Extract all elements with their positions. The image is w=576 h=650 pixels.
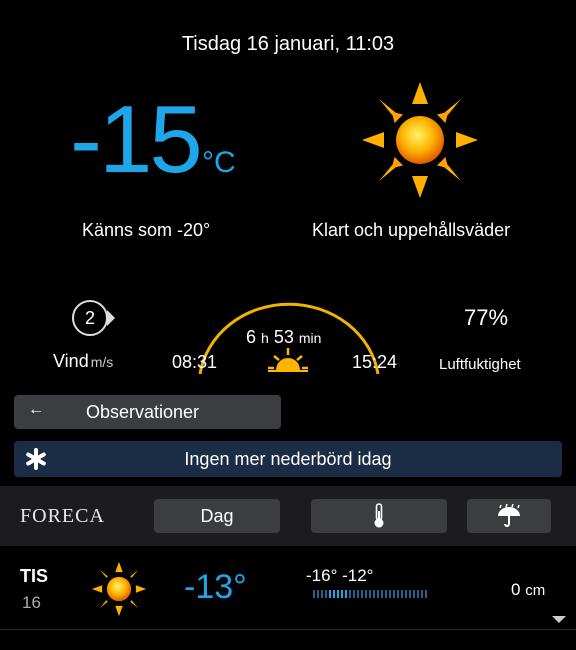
- forecast-day: TIS: [20, 566, 49, 586]
- current-temperature: -15: [70, 86, 203, 193]
- temperature-unit: °C: [202, 146, 236, 179]
- day-length: 6 h 53 min: [246, 327, 322, 347]
- feels-like: Känns som -20°: [82, 220, 211, 240]
- back-arrow-icon: ←: [28, 401, 44, 418]
- forecast-date: 16: [22, 593, 41, 612]
- thermometer-icon: [374, 503, 384, 528]
- humidity-value: 77%: [464, 305, 509, 330]
- datetime: Tisdag 16 januari, 11:03: [181, 33, 395, 55]
- wind-label: Vind m/s: [53, 351, 113, 372]
- temperature-scale-bar: [313, 590, 427, 598]
- sunrise-time: 08:31: [172, 352, 218, 372]
- sunset-time: 15:24: [352, 352, 398, 372]
- foreca-logo: FORECA: [20, 505, 105, 527]
- observations-label: Observationer: [86, 402, 200, 422]
- precipitation-bar[interactable]: Ingen mer nederbörd idag: [14, 441, 562, 477]
- observations-button[interactable]: ← Observationer: [14, 395, 281, 429]
- sun-icon: [91, 561, 147, 617]
- forecast-precipitation: 0 cm: [511, 580, 546, 599]
- forecast-row[interactable]: TIS 16 -13° -16° -12° 0 cm: [0, 546, 576, 630]
- forecast-range: -16° -12°: [306, 566, 374, 585]
- forecast-temperature: -13°: [184, 568, 247, 606]
- sun-icon: [362, 82, 478, 198]
- precipitation-label: Ingen mer nederbörd idag: [184, 449, 392, 469]
- expand-arrow-icon[interactable]: [552, 616, 566, 623]
- wind-unit: m/s: [90, 354, 114, 370]
- umbrella-icon: [498, 504, 520, 527]
- humidity-label: Luftfuktighet: [439, 356, 521, 373]
- horizon-sun-icon: [268, 348, 308, 372]
- temperature-view-button[interactable]: [311, 499, 447, 533]
- toolbar: FORECA Dag: [0, 486, 576, 546]
- wind-label-text: Vind: [53, 351, 89, 371]
- wind-direction-arrow: [107, 310, 115, 326]
- day-button[interactable]: Dag: [154, 499, 280, 533]
- condition-text: Klart och uppehållsväder: [312, 220, 511, 240]
- precipitation-view-button[interactable]: [467, 499, 551, 533]
- wind-speed: 2: [72, 300, 108, 336]
